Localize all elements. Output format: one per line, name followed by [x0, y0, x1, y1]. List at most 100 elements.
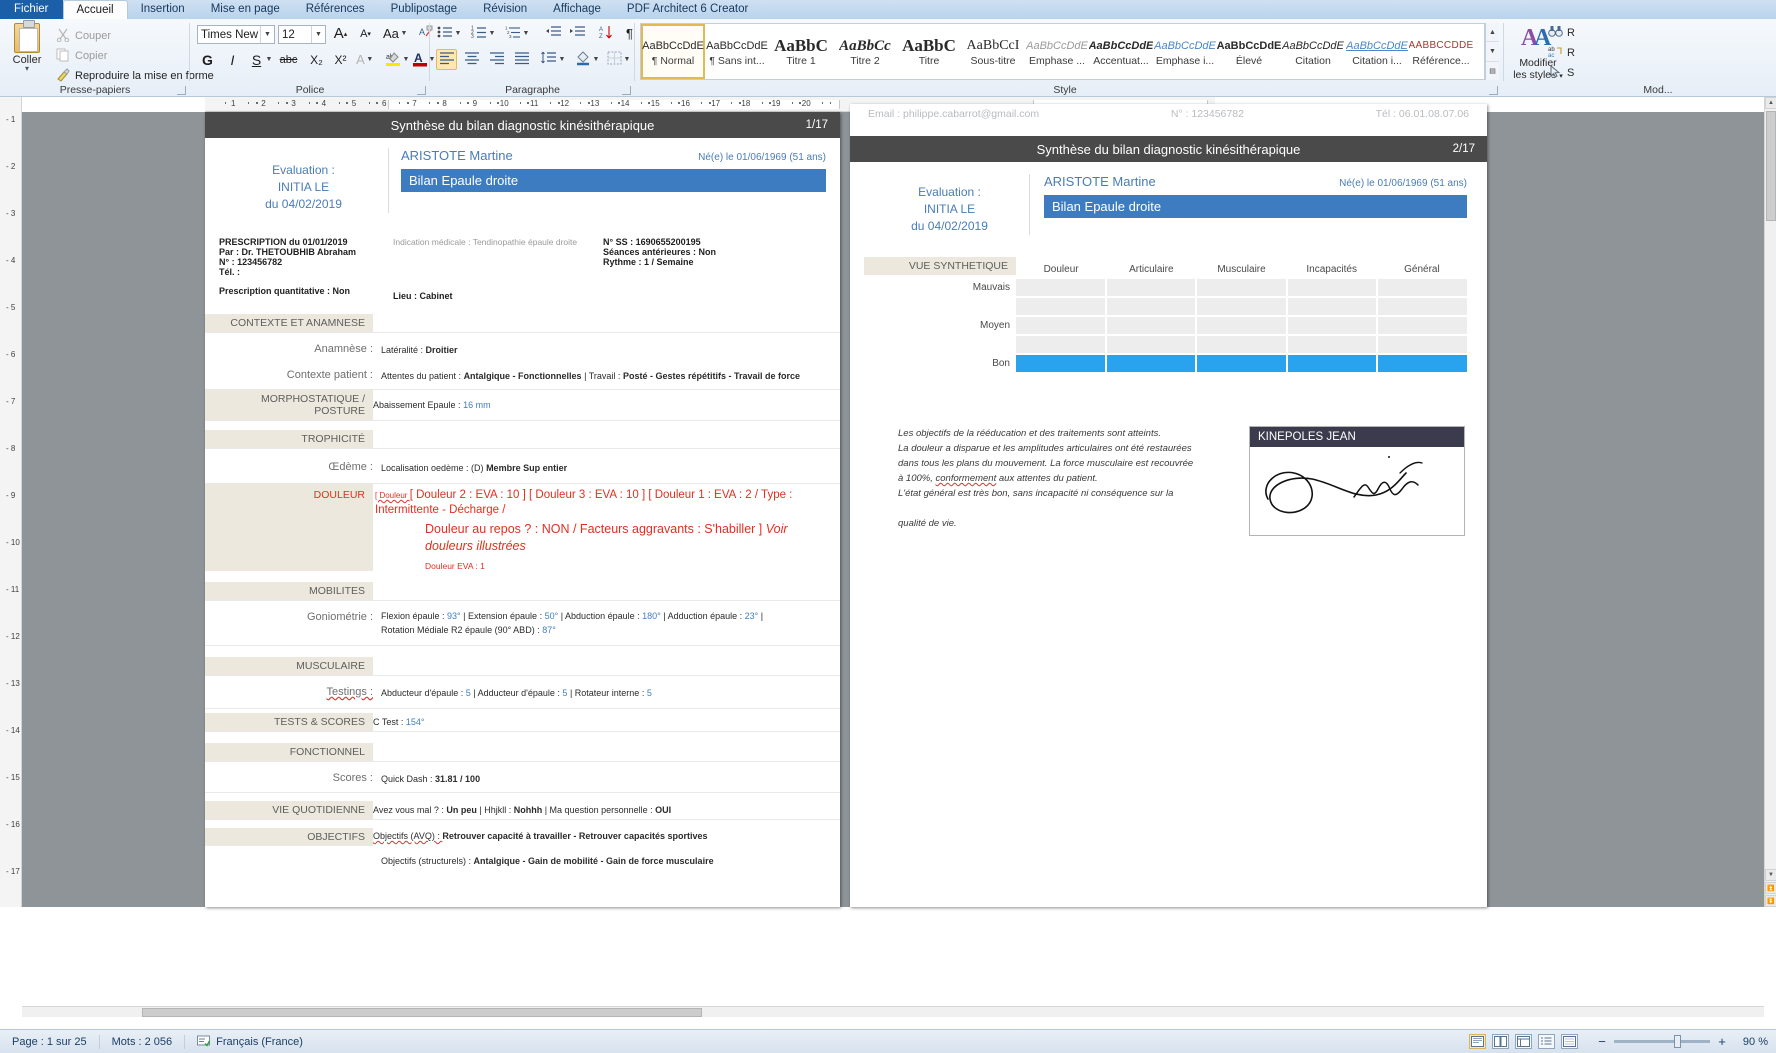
status-word-count[interactable]: Mots : 2 056 — [100, 1036, 185, 1048]
previous-page-icon[interactable]: ⏫ — [1765, 882, 1776, 894]
style-gallery-scrollbar[interactable]: ▲ ▼ ▤ — [1485, 23, 1499, 80]
paste-chevron-down-icon[interactable]: ▾ — [4, 65, 50, 73]
font-name-combo[interactable]: Times New R ▼ — [197, 25, 275, 44]
text-effects-chevron-down-icon[interactable]: ▼ — [365, 49, 375, 70]
horizontal-scroll-thumb[interactable] — [142, 1008, 702, 1017]
next-page-icon[interactable]: ⏬ — [1765, 895, 1776, 907]
vertical-scroll-thumb[interactable] — [1766, 111, 1776, 221]
align-right-button[interactable] — [486, 49, 507, 70]
zoom-level-label[interactable]: 90 % — [1734, 1036, 1768, 1048]
status-language[interactable]: Français (France) — [185, 1034, 315, 1050]
style-gallery-scroll-up-icon[interactable]: ▲ — [1486, 23, 1499, 43]
font-size-chevron-down-icon[interactable]: ▼ — [311, 26, 325, 43]
shading-button[interactable]: ▼ — [574, 49, 602, 70]
numbering-button[interactable]: 123 ▼ — [470, 23, 498, 44]
style-item-3[interactable]: AaBbCc Titre 2 — [833, 24, 897, 79]
borders-button[interactable]: ▼ — [606, 49, 633, 70]
decrease-indent-button[interactable] — [542, 23, 563, 44]
font-name-chevron-down-icon[interactable]: ▼ — [260, 26, 274, 43]
vertical-scrollbar[interactable]: ▲ ▼ ⏫ ⏬ — [1764, 97, 1776, 907]
tab-publipostage[interactable]: Publipostage — [378, 0, 471, 19]
scroll-up-icon[interactable]: ▲ — [1765, 97, 1776, 109]
tab-references[interactable]: Références — [293, 0, 378, 19]
borders-chevron-down-icon[interactable]: ▼ — [622, 49, 632, 70]
change-case-button[interactable]: Aa ▼ — [382, 23, 410, 44]
change-case-chevron-down-icon[interactable]: ▼ — [399, 23, 409, 44]
highlight-button[interactable]: ab ▼ — [384, 49, 412, 70]
align-left-button[interactable] — [436, 49, 457, 70]
text-effects-button[interactable]: A ▼ — [355, 49, 376, 70]
style-gallery[interactable]: AaBbCcDdE ¶ Normal AaBbCcDdE ¶ Sans int... A… — [640, 23, 1485, 80]
police-dialog-launcher[interactable] — [417, 86, 426, 95]
multilevel-list-button[interactable]: 123 ▼ — [504, 23, 532, 44]
view-print-layout-button[interactable] — [1469, 1034, 1486, 1049]
style-gallery-scroll-down-icon[interactable]: ▼ — [1486, 42, 1499, 62]
style-item-2[interactable]: AaBbC Titre 1 — [769, 24, 833, 79]
select-button[interactable]: S — [1548, 64, 1574, 81]
superscript-button[interactable]: X² — [330, 49, 351, 70]
view-web-layout-button[interactable] — [1515, 1034, 1532, 1049]
vertical-ruler[interactable]: - 1 - 2 - 3 - 4 - 5 - 6 - 7 - 8 - 9 - 10 - 11 - 12 -… — [0, 97, 22, 907]
italic-button[interactable]: I — [222, 49, 243, 70]
increase-indent-button[interactable] — [566, 23, 587, 44]
bold-button[interactable]: G — [197, 49, 218, 70]
style-item-12[interactable]: AABBCCDDE Référence... — [1409, 24, 1474, 79]
style-item-1[interactable]: AaBbCcDdE ¶ Sans int... — [705, 24, 769, 79]
tab-accueil[interactable]: Accueil — [62, 0, 128, 19]
subscript-button[interactable]: X₂ — [306, 49, 327, 70]
view-draft-button[interactable] — [1561, 1034, 1578, 1049]
replace-button[interactable]: ab ac R — [1548, 45, 1575, 61]
view-outline-button[interactable] — [1538, 1034, 1555, 1049]
document-page-1[interactable]: Synthèse du bilan diagnostic kinésithéra… — [205, 112, 840, 907]
style-item-10[interactable]: AaBbCcDdE Citation — [1281, 24, 1345, 79]
strikethrough-button[interactable]: abc — [278, 49, 299, 70]
align-center-button[interactable] — [461, 49, 482, 70]
cut-button[interactable]: Couper — [56, 28, 111, 43]
vs-cell-1-2 — [1197, 298, 1286, 315]
zoom-slider-knob[interactable] — [1674, 1035, 1681, 1048]
paste-button[interactable]: Coller ▾ — [4, 20, 50, 73]
tab-fichier[interactable]: Fichier — [0, 0, 63, 19]
shrink-font-button[interactable]: A ▾ — [355, 23, 376, 44]
tab-pdf-architect[interactable]: PDF Architect 6 Creator — [614, 0, 761, 19]
paragraphe-dialog-launcher[interactable] — [622, 86, 631, 95]
justify-button[interactable] — [511, 49, 532, 70]
underline-chevron-down-icon[interactable]: ▼ — [264, 49, 274, 70]
style-item-11[interactable]: AaBbCcDdE Citation i... — [1345, 24, 1409, 79]
style-item-8[interactable]: AaBbCcDdE Emphase i... — [1153, 24, 1217, 79]
grow-font-button[interactable]: A ▴ — [330, 23, 351, 44]
find-button[interactable]: R — [1548, 25, 1575, 41]
sort-button[interactable]: AZ — [595, 23, 616, 44]
status-page-info[interactable]: Page : 1 sur 25 — [0, 1036, 99, 1048]
bullets-button[interactable]: ▼ — [436, 23, 464, 44]
style-item-6[interactable]: AaBbCcDdE Emphase ... — [1025, 24, 1089, 79]
font-size-combo[interactable]: 12 ▼ — [278, 25, 326, 44]
tab-revision[interactable]: Révision — [470, 0, 540, 19]
numbering-chevron-down-icon[interactable]: ▼ — [487, 23, 497, 44]
zoom-out-button[interactable]: − — [1596, 1034, 1608, 1049]
tab-insertion[interactable]: Insertion — [128, 0, 198, 19]
line-spacing-chevron-down-icon[interactable]: ▼ — [557, 49, 567, 70]
document-page-2[interactable]: Email : philippe.cabarrot@gmail.com N° :… — [850, 104, 1487, 907]
style-item-5[interactable]: AaBbCcI Sous-titre — [961, 24, 1025, 79]
tab-mise-en-page[interactable]: Mise en page — [198, 0, 293, 19]
highlight-chevron-down-icon[interactable]: ▼ — [401, 49, 411, 70]
tab-affichage[interactable]: Affichage — [540, 0, 614, 19]
zoom-slider[interactable] — [1614, 1035, 1710, 1048]
copy-button[interactable]: Copier — [56, 48, 107, 63]
zoom-in-button[interactable]: + — [1716, 1034, 1728, 1049]
style-item-4[interactable]: AaBbC Titre — [897, 24, 961, 79]
multilevel-chevron-down-icon[interactable]: ▼ — [521, 23, 531, 44]
presse-papiers-dialog-launcher[interactable] — [177, 86, 186, 95]
horizontal-scrollbar[interactable] — [22, 1006, 1764, 1017]
bullets-chevron-down-icon[interactable]: ▼ — [453, 23, 463, 44]
style-dialog-launcher[interactable] — [1489, 86, 1498, 95]
style-item-9[interactable]: AaBbCcDdE Élevé — [1217, 24, 1282, 79]
style-gallery-more-icon[interactable]: ▤ — [1486, 62, 1499, 80]
view-fullscreen-reading-button[interactable] — [1492, 1034, 1509, 1049]
line-spacing-button[interactable]: ▼ — [540, 49, 568, 70]
style-item-0[interactable]: AaBbCcDdE ¶ Normal — [641, 24, 705, 79]
style-item-7[interactable]: AaBbCcDdE Accentuat... — [1089, 24, 1154, 79]
scroll-down-icon[interactable]: ▼ — [1765, 869, 1776, 881]
shading-chevron-down-icon[interactable]: ▼ — [591, 49, 601, 70]
